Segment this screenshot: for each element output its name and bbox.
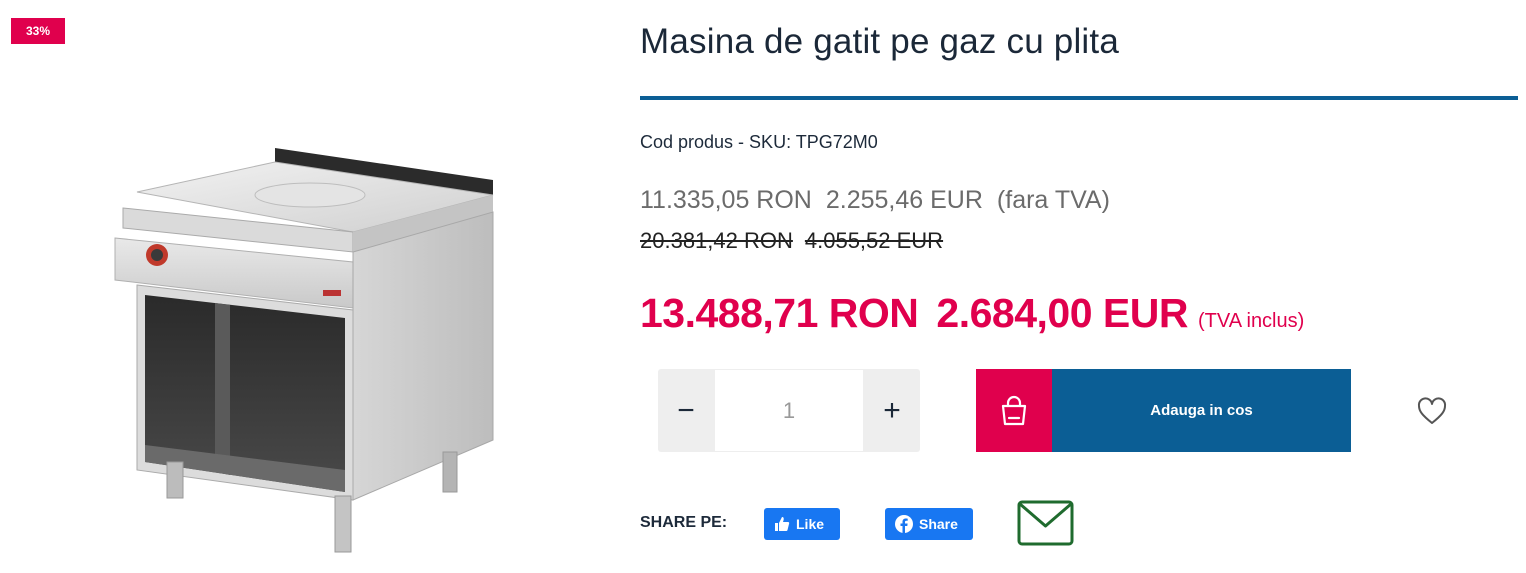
product-title: Masina de gatit pe gaz cu plita [640, 22, 1119, 61]
quantity-stepper: − + [658, 369, 920, 452]
facebook-like-label: Like [796, 516, 825, 532]
price-gross-ron: 13.488,71 RON [640, 290, 919, 336]
price-gross-note: (TVA inclus) [1197, 310, 1305, 332]
heart-icon [1417, 397, 1447, 424]
shopping-bag-icon [976, 369, 1052, 452]
title-divider [640, 96, 1518, 100]
price-net-ron: 11.335,05 RON [640, 186, 812, 214]
facebook-like-button[interactable]: Like [764, 508, 840, 540]
facebook-share-button[interactable]: Share [885, 508, 973, 540]
old-price: 20.381,42 RON 4.055,52 EUR [640, 228, 943, 254]
quantity-increase-button[interactable]: + [864, 369, 920, 452]
add-to-cart-button[interactable]: Adauga in cos [976, 369, 1351, 452]
gas-stove-illustration [114, 148, 494, 553]
wishlist-button[interactable] [1416, 396, 1448, 426]
quantity-decrease-button[interactable]: − [658, 369, 714, 452]
share-label: SHARE PE: [640, 514, 728, 531]
add-to-cart-label: Adauga in cos [1052, 369, 1351, 452]
quantity-input[interactable] [715, 370, 863, 451]
price-net-note: (fara TVA) [996, 186, 1110, 214]
price-without-vat: 11.335,05 RON 2.255,46 EUR (fara TVA) [640, 186, 1110, 215]
facebook-icon [895, 515, 913, 533]
price-with-vat: 13.488,71 RON 2.684,00 EUR (TVA inclus) [640, 290, 1304, 337]
price-net-eur: 2.255,46 EUR [825, 186, 983, 214]
thumbs-up-icon [775, 517, 790, 531]
price-gross-eur: 2.684,00 EUR [936, 290, 1188, 336]
old-price-eur: 4.055,52 EUR [804, 228, 944, 253]
email-share-button[interactable] [1017, 500, 1074, 546]
facebook-share-label: Share [919, 516, 958, 532]
old-price-ron: 20.381,42 RON [640, 228, 793, 253]
product-sku: Cod produs - SKU: TPG72M0 [640, 132, 878, 152]
discount-badge: 33% [11, 18, 65, 44]
envelope-icon [1017, 500, 1074, 546]
product-image[interactable] [95, 140, 515, 560]
